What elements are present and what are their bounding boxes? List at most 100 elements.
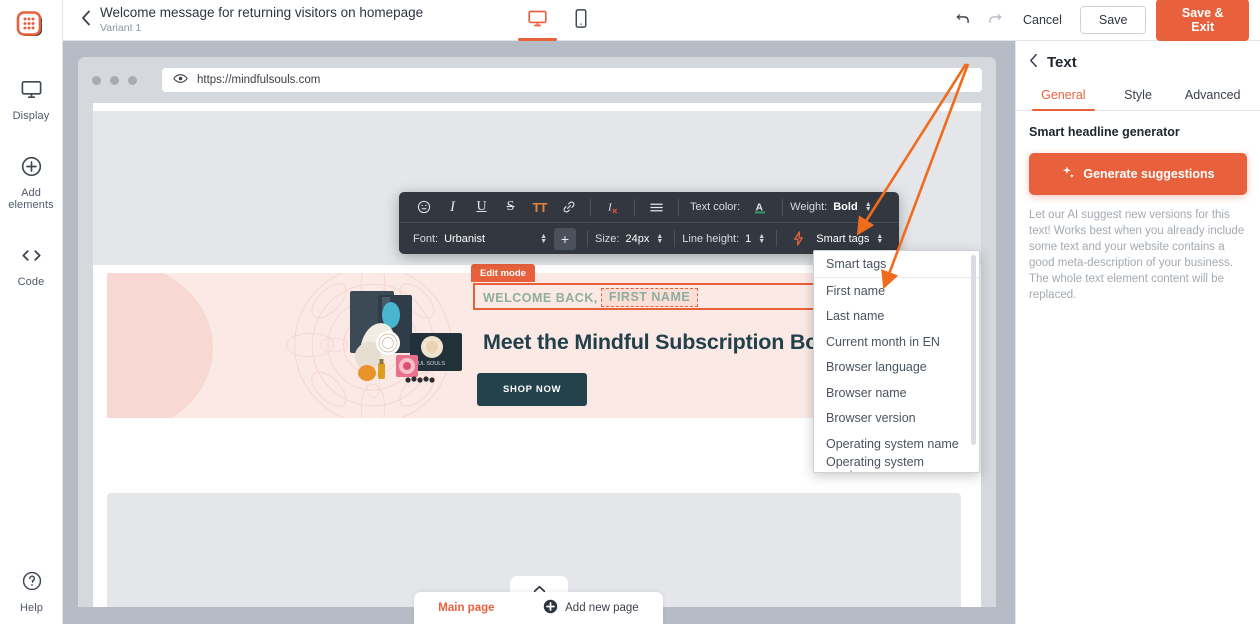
page-tab-main-page[interactable]: Main page [438,602,494,614]
align-lines-icon[interactable] [642,195,671,219]
browser-chrome: https://mindfulsouls.com [78,57,996,103]
document-title-group: Welcome message for returning visitors o… [100,5,423,35]
panel-tabs: General Style Advanced [1016,81,1260,111]
sidebar-item-display[interactable]: Display [0,68,62,125]
sidebar-nav: Display Add elements Code [0,68,62,310]
panel-back-button[interactable] [1029,53,1038,72]
size-stepper[interactable]: ▲▼ [656,234,663,244]
add-new-page-label: Add new page [565,602,639,614]
dropdown-item-browser-version[interactable]: Browser version [814,406,979,432]
font-stepper[interactable]: ▲▼ [540,234,547,244]
sidebar-item-code[interactable]: Code [0,234,62,291]
dropdown-item-smart-tags[interactable]: Smart tags [814,251,979,278]
toolbar-divider [776,230,777,247]
svg-text:I: I [607,203,612,214]
properties-panel: Text General Style Advanced Smart headli… [1015,41,1260,624]
code-brackets-icon [19,244,44,270]
emoji-smiley-icon[interactable] [409,195,438,219]
edit-mode-badge: Edit mode [471,264,535,282]
save-and-exit-button[interactable]: Save & Exit [1156,0,1249,41]
toolbar-divider [782,199,783,216]
hero-headline[interactable]: Meet the Mindful Subscription Box [483,330,830,355]
dropdown-item-os-name[interactable]: Operating system name [814,431,979,457]
line-height-value[interactable]: 1 [745,233,751,245]
smart-tags-button[interactable]: Smart tags [816,233,869,245]
dropdown-item-browser-language[interactable]: Browser language [814,355,979,381]
line-height-stepper[interactable]: ▲▼ [758,234,765,244]
panel-header: Text [1016,41,1260,81]
variant-label: Variant 1 [100,22,423,35]
weight-stepper[interactable]: ▲▼ [865,202,872,212]
underline-icon[interactable]: U [467,195,496,219]
sidebar-item-label: Add elements [8,187,53,212]
add-font-button[interactable]: + [554,228,576,250]
undo-icon[interactable] [955,10,972,32]
italic-icon[interactable]: I [438,195,467,219]
strikethrough-icon[interactable]: S [496,195,525,219]
left-sidebar: Display Add elements Code [0,0,63,624]
cancel-button[interactable]: Cancel [1015,7,1070,33]
device-desktop-button[interactable] [527,8,548,41]
url-text: https://mindfulsouls.com [197,74,320,86]
app-logo[interactable] [14,8,48,42]
top-toolbar: Welcome message for returning visitors o… [63,0,1015,41]
sidebar-item-add-elements[interactable]: Add elements [0,145,62,214]
smart-tags-dropdown[interactable]: Smart tags First name Last name Current … [813,250,980,473]
plus-circle-icon [20,155,43,181]
question-circle-icon [21,570,43,596]
welcome-static-text: WELCOME BACK, [483,291,598,305]
sidebar-item-label: Display [13,110,50,123]
display-monitor-icon [20,78,43,104]
add-new-page-button[interactable]: Add new page [543,599,639,617]
page-title: Welcome message for returning visitors o… [100,5,423,21]
link-icon[interactable] [554,195,583,219]
welcome-text-line[interactable]: WELCOME BACK, FIRST NAME [483,288,698,307]
product-photo: UL SOULS [322,285,467,403]
generator-help-text: Let our AI suggest new versions for this… [1029,207,1247,303]
save-button[interactable]: Save [1080,6,1147,34]
dropdown-item-last-name[interactable]: Last name [814,304,979,330]
window-dot [92,76,101,85]
back-button[interactable] [72,10,100,31]
toolbar-divider [634,199,635,216]
font-color-A-icon[interactable]: A [746,195,775,219]
device-mobile-button[interactable] [574,8,588,41]
font-value[interactable]: Urbanist [444,233,540,245]
sidebar-item-help[interactable]: Help [0,560,63,617]
pages-bar-body: Main page Add new page [414,592,663,624]
dropdown-scrollbar[interactable] [971,255,976,445]
redo-icon[interactable] [986,10,1003,32]
line-height-label: Line height: [682,233,739,245]
smart-tag-chip[interactable]: FIRST NAME [601,288,698,307]
eye-icon [173,71,188,89]
dropdown-item-os-version[interactable]: Operating system version [814,457,979,473]
size-value[interactable]: 24px [625,233,649,245]
device-preview-toggle [527,0,588,41]
tab-style[interactable]: Style [1101,81,1176,110]
tab-general[interactable]: General [1026,81,1101,110]
shop-now-button[interactable]: SHOP NOW [477,373,587,406]
window-dot [110,76,119,85]
hero-blob-decoration [107,273,213,418]
toolbar-divider [678,199,679,216]
dropdown-item-browser-name[interactable]: Browser name [814,380,979,406]
lightning-bolt-icon[interactable] [784,227,813,251]
window-dot [128,76,137,85]
generate-suggestions-button[interactable]: Generate suggestions [1029,153,1247,195]
toolbar-divider [674,230,675,247]
browser-window-dots [92,76,137,85]
url-bar[interactable]: https://mindfulsouls.com [162,68,982,92]
smart-tags-stepper[interactable]: ▲▼ [876,234,883,244]
help-button[interactable]: Help [0,560,63,617]
dropdown-item-current-month[interactable]: Current month in EN [814,329,979,355]
help-label: Help [20,602,43,615]
dropdown-item-first-name[interactable]: First name [814,278,979,304]
weight-value: Bold [833,201,857,213]
tab-advanced[interactable]: Advanced [1175,81,1250,110]
generate-suggestions-label: Generate suggestions [1083,167,1214,181]
svg-text:UL SOULS: UL SOULS [418,361,445,367]
plus-filled-icon [543,599,558,617]
clear-formatting-icon[interactable]: I [598,195,627,219]
format-toolbar-row-1: I U S TT I [399,192,899,223]
text-transform-TT-icon[interactable]: TT [525,195,554,219]
